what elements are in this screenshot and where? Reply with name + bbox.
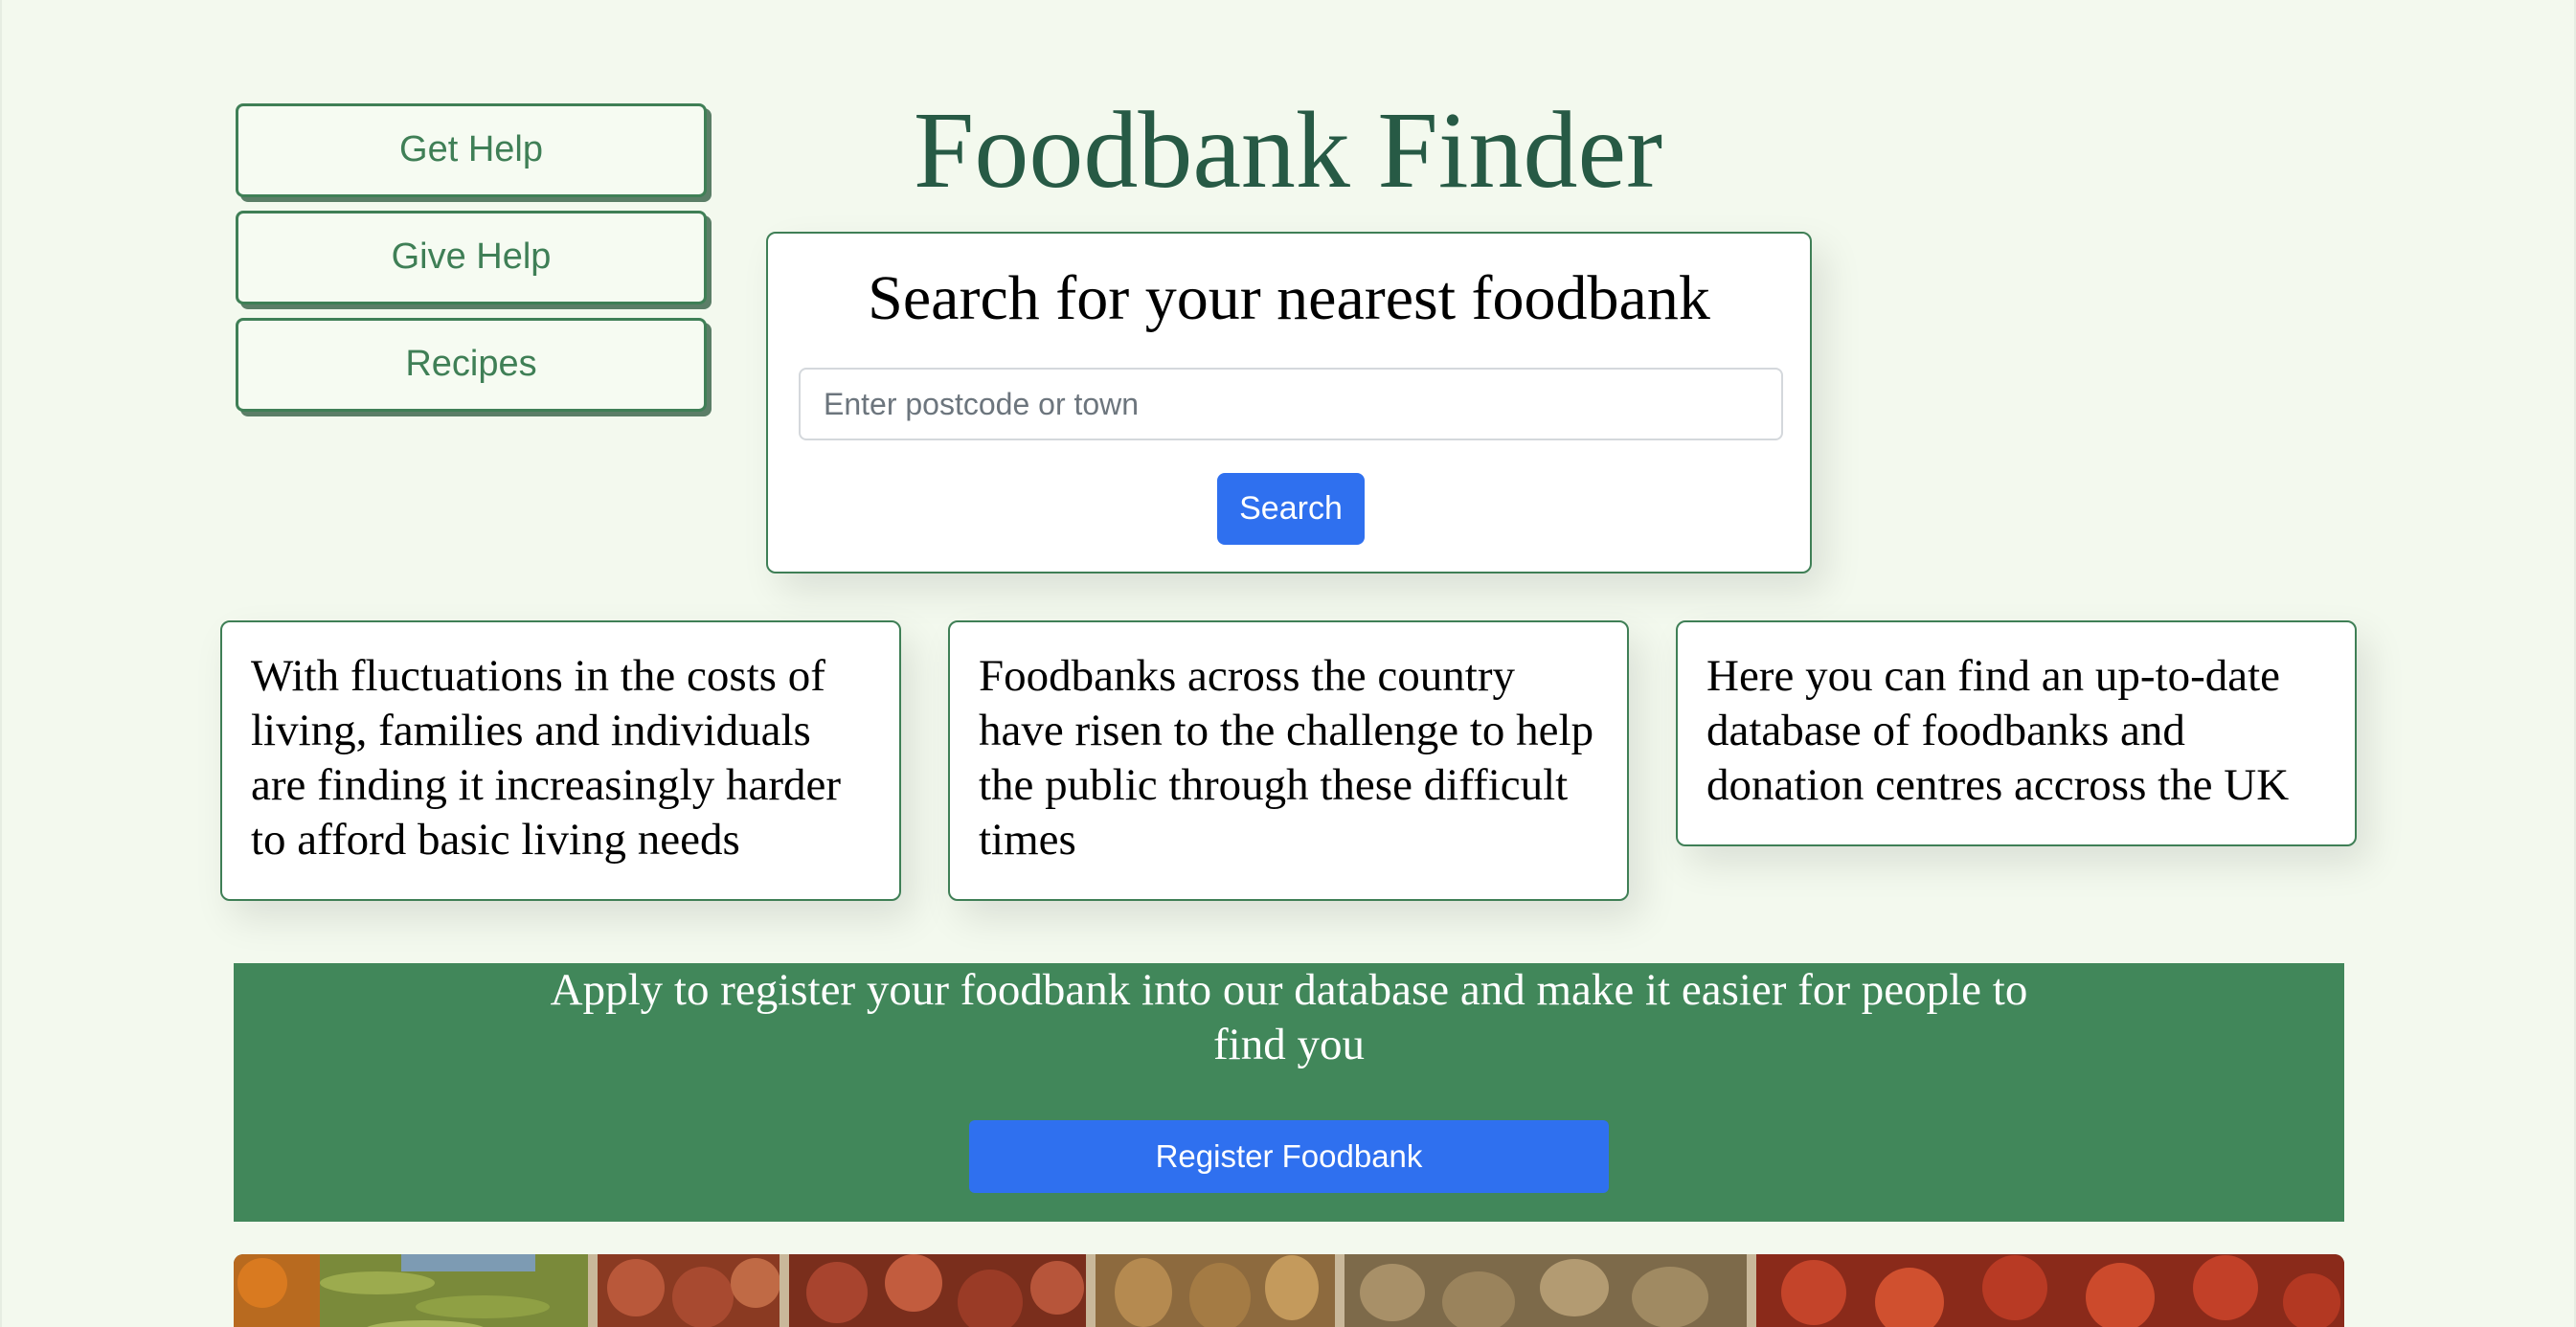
search-card: Search for your nearest foodbank Search xyxy=(766,232,1812,574)
page-title: Foodbank Finder xyxy=(913,89,1663,211)
search-heading: Search for your nearest foodbank xyxy=(868,263,1710,333)
produce-photo xyxy=(234,1254,2344,1327)
recipes-button[interactable]: Recipes xyxy=(236,318,707,412)
info-card-foodbanks-rising: Foodbanks across the country have risen … xyxy=(948,620,1629,901)
info-card-cost-of-living: With fluctuations in the costs of living… xyxy=(220,620,901,901)
info-card-database: Here you can find an up-to-date database… xyxy=(1676,620,2357,846)
register-foodbank-button[interactable]: Register Foodbank xyxy=(969,1120,1609,1193)
postcode-search-input[interactable] xyxy=(799,368,1783,440)
register-text: Apply to register your foodbank into our… xyxy=(550,965,2028,1069)
search-button[interactable]: Search xyxy=(1217,473,1365,545)
register-banner: Apply to register your foodbank into our… xyxy=(234,963,2344,1222)
give-help-button[interactable]: Give Help xyxy=(236,211,707,304)
